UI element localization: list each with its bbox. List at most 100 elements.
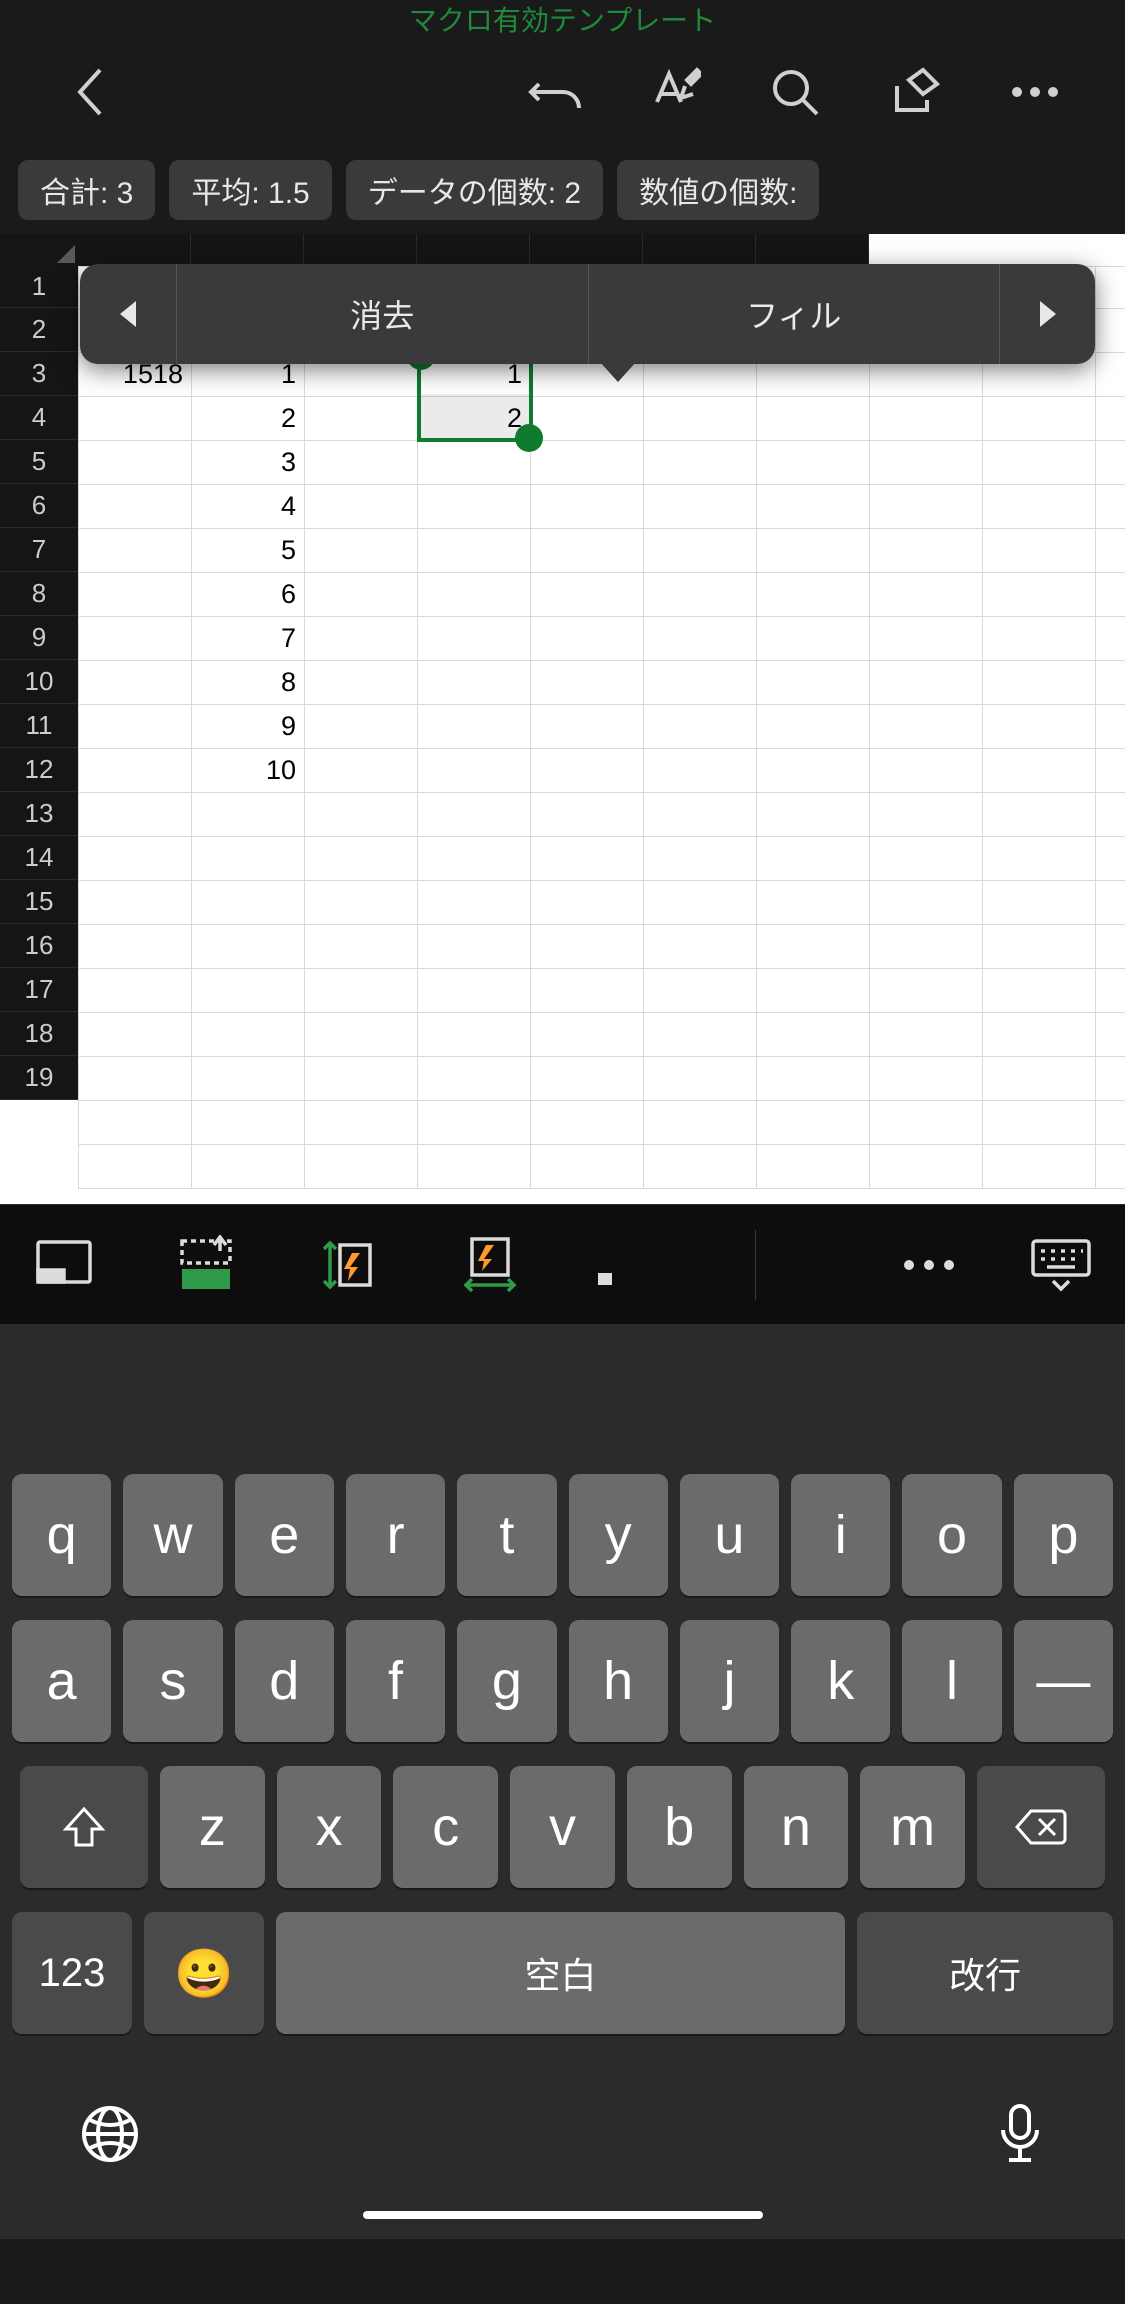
key-v[interactable]: v — [510, 1766, 615, 1888]
key-p[interactable]: p — [1014, 1474, 1113, 1596]
row-5[interactable]: 5 — [0, 440, 78, 484]
back-button[interactable] — [30, 52, 150, 132]
row-17[interactable]: 17 — [0, 968, 78, 1012]
cell-B8[interactable]: 6 — [192, 573, 305, 617]
key-shift[interactable] — [20, 1766, 148, 1888]
row-12[interactable]: 12 — [0, 748, 78, 792]
key-space[interactable]: 空白 — [276, 1912, 845, 2034]
ctx-clear[interactable]: 消去 — [176, 264, 588, 364]
hide-keyboard-button[interactable] — [1025, 1229, 1097, 1301]
select-all-corner[interactable] — [0, 234, 78, 266]
selection-handle-br[interactable] — [515, 424, 543, 452]
card-view-button[interactable] — [28, 1229, 100, 1301]
mic-button[interactable] — [995, 2102, 1045, 2171]
stat-avg[interactable]: 平均: 1.5 — [169, 160, 331, 220]
more-button[interactable] — [975, 52, 1095, 132]
col-B[interactable] — [191, 234, 304, 266]
key-l[interactable]: l — [902, 1620, 1001, 1742]
row-4[interactable]: 4 — [0, 396, 78, 440]
sort-vertical-button[interactable] — [312, 1229, 384, 1301]
col-C[interactable] — [304, 234, 417, 266]
key-q[interactable]: q — [12, 1474, 111, 1596]
col-G[interactable] — [756, 234, 869, 266]
key-w[interactable]: w — [123, 1474, 222, 1596]
cell-B12[interactable]: 10 — [192, 749, 305, 793]
key-o[interactable]: o — [902, 1474, 1001, 1596]
key-r[interactable]: r — [346, 1474, 445, 1596]
globe-button[interactable] — [80, 2104, 140, 2169]
more-actions-button[interactable] — [893, 1229, 965, 1301]
key-x[interactable]: x — [277, 1766, 382, 1888]
key-z[interactable]: z — [160, 1766, 265, 1888]
cell-B5[interactable]: 3 — [192, 441, 305, 485]
row-3[interactable]: 3 — [0, 352, 78, 396]
key-emoji[interactable]: 😀 — [144, 1912, 264, 2034]
stat-sum[interactable]: 合計: 3 — [18, 160, 155, 220]
spreadsheet-grid[interactable]: 1 2 3 4 5 6 7 8 9 10 11 12 13 14 15 16 1… — [0, 234, 1125, 1204]
key-m[interactable]: m — [860, 1766, 965, 1888]
key-dash[interactable]: — — [1014, 1620, 1113, 1742]
col-F[interactable] — [643, 234, 756, 266]
key-t[interactable]: t — [457, 1474, 556, 1596]
share-button[interactable] — [855, 52, 975, 132]
row-15[interactable]: 15 — [0, 880, 78, 924]
row-9[interactable]: 9 — [0, 616, 78, 660]
search-button[interactable] — [735, 52, 855, 132]
home-indicator[interactable] — [0, 2201, 1125, 2239]
cell-B9[interactable]: 7 — [192, 617, 305, 661]
format-button[interactable] — [615, 52, 735, 132]
cell-B10[interactable]: 8 — [192, 661, 305, 705]
kb-bottom-row — [0, 2058, 1125, 2201]
row-14[interactable]: 14 — [0, 836, 78, 880]
row-8[interactable]: 8 — [0, 572, 78, 616]
key-u[interactable]: u — [680, 1474, 779, 1596]
key-h[interactable]: h — [569, 1620, 668, 1742]
ctx-fill[interactable]: フィル — [588, 264, 1000, 364]
row-19[interactable]: 19 — [0, 1056, 78, 1100]
row-16[interactable]: 16 — [0, 924, 78, 968]
row-11[interactable]: 11 — [0, 704, 78, 748]
row-10[interactable]: 10 — [0, 660, 78, 704]
row-6[interactable]: 6 — [0, 484, 78, 528]
document-title: マクロ有効テンプレート — [409, 0, 716, 39]
cell-B6[interactable]: 4 — [192, 485, 305, 529]
undo-button[interactable] — [495, 52, 615, 132]
key-backspace[interactable] — [977, 1766, 1105, 1888]
key-enter[interactable]: 改行 — [857, 1912, 1113, 2034]
row-13[interactable]: 13 — [0, 792, 78, 836]
insert-row-button[interactable] — [170, 1229, 242, 1301]
key-d[interactable]: d — [235, 1620, 334, 1742]
key-e[interactable]: e — [235, 1474, 334, 1596]
cell-B4[interactable]: 2 — [192, 397, 305, 441]
key-j[interactable]: j — [680, 1620, 779, 1742]
ctx-next-button[interactable] — [999, 264, 1095, 364]
key-s[interactable]: s — [123, 1620, 222, 1742]
cell-B11[interactable]: 9 — [192, 705, 305, 749]
col-A[interactable] — [78, 234, 191, 266]
sort-horizontal-button[interactable] — [454, 1229, 526, 1301]
row-2[interactable]: 2 — [0, 308, 78, 352]
row-18[interactable]: 18 — [0, 1012, 78, 1056]
key-123[interactable]: 123 — [12, 1912, 132, 2034]
stat-count[interactable]: データの個数: 2 — [346, 160, 603, 220]
col-E[interactable] — [530, 234, 643, 266]
key-g[interactable]: g — [457, 1620, 556, 1742]
keyboard: q w e r t y u i o p a s d f g h j k l — — [0, 1324, 1125, 2239]
key-y[interactable]: y — [569, 1474, 668, 1596]
cell-D4[interactable]: 2 — [418, 397, 531, 441]
backspace-icon — [1015, 1807, 1067, 1847]
row-7[interactable]: 7 — [0, 528, 78, 572]
stat-ncount[interactable]: 数値の個数: — [617, 160, 819, 220]
key-c[interactable]: c — [393, 1766, 498, 1888]
key-i[interactable]: i — [791, 1474, 890, 1596]
ctx-prev-button[interactable] — [80, 264, 176, 364]
grid-body[interactable]: 151811 22 3 4 5 6 7 8 9 10 — [78, 266, 1125, 1204]
row-1[interactable]: 1 — [0, 266, 78, 308]
key-n[interactable]: n — [744, 1766, 849, 1888]
key-k[interactable]: k — [791, 1620, 890, 1742]
col-D[interactable] — [417, 234, 530, 266]
key-f[interactable]: f — [346, 1620, 445, 1742]
key-a[interactable]: a — [12, 1620, 111, 1742]
key-b[interactable]: b — [627, 1766, 732, 1888]
cell-B7[interactable]: 5 — [192, 529, 305, 573]
